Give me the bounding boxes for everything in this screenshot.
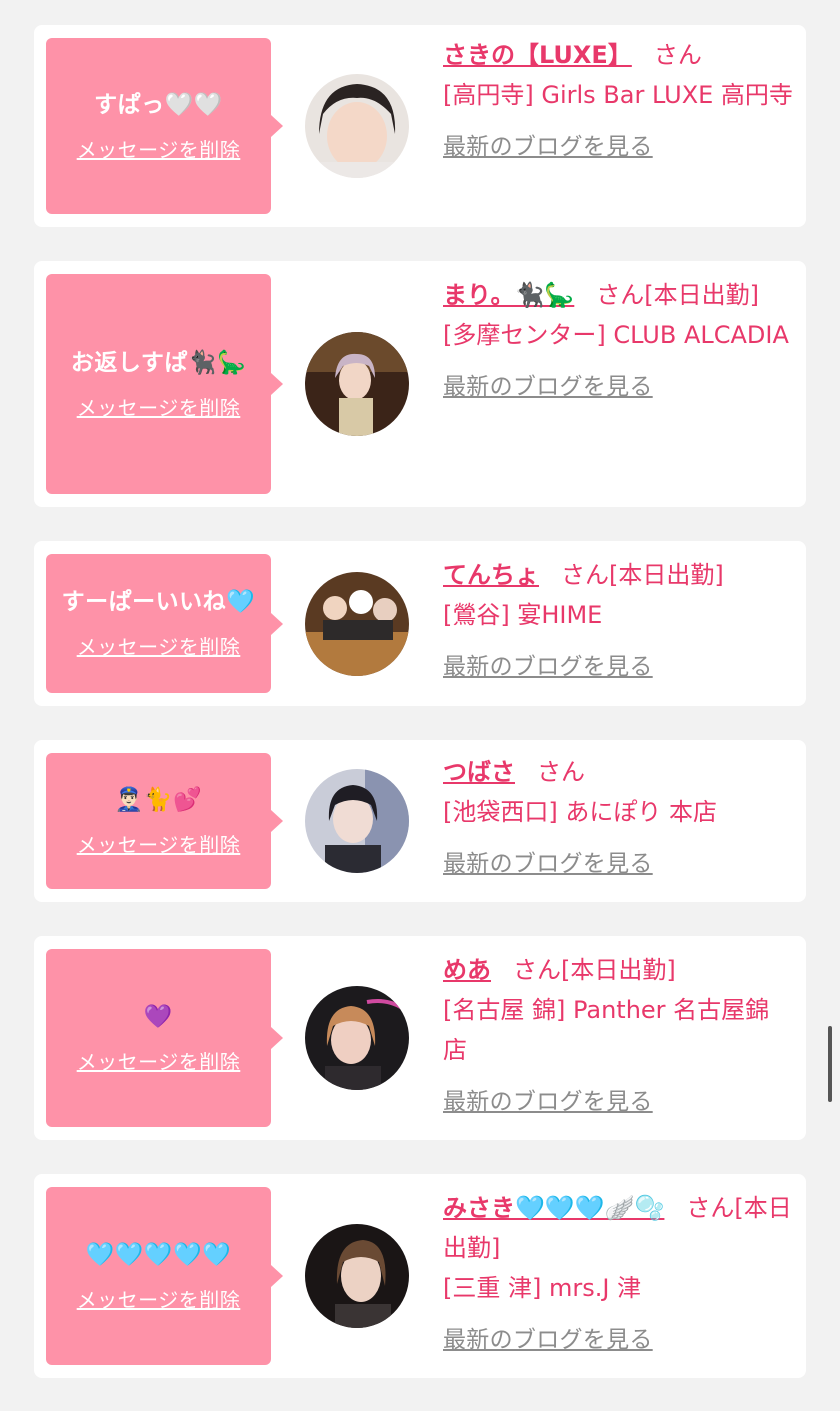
avatar[interactable] [305,769,409,873]
honorific: さん [686,1194,735,1222]
latest-blog-link[interactable]: 最新のブログを見る [443,844,653,884]
avatar-photo [305,572,409,676]
message-bubble: 🩵🩵🩵🩵🩵 メッセージを削除 [46,1187,283,1365]
cast-name-link[interactable]: つばさ [443,758,515,786]
shop-name: [名古屋 錦] Panther 名古屋錦店 [443,996,770,1064]
cast-info: つばさ さん [池袋西口] あにぽり 本店 最新のブログを見る [443,752,793,884]
shop-name: [多摩センター] CLUB ALCADIA [443,321,789,349]
honorific: さん [653,41,702,69]
cast-info: てんちょ さん[本日出勤] [鶯谷] 宴HIME 最新のブログを見る [443,555,793,687]
latest-blog-link[interactable]: 最新のブログを見る [443,647,653,687]
delete-message-link[interactable]: メッセージを削除 [77,829,241,858]
avatar[interactable] [305,332,409,436]
cast-name-link[interactable]: まり。🐈‍⬛🦕 [443,281,574,309]
message-card: 💜 メッセージを削除 めあ さん[本日出勤] [名古屋 錦] Panther 名古… [34,936,806,1140]
avatar-photo [305,986,409,1090]
latest-blog-link[interactable]: 最新のブログを見る [443,367,653,407]
shop-name: [三重 津] mrs.J 津 [443,1274,642,1302]
message-bubble: すーぱーいいね🩵 メッセージを削除 [46,554,283,693]
message-card: すぱっ🤍🤍 メッセージを削除 さきの【LUXE】 さん [高円寺] Girls B… [34,25,806,227]
avatar[interactable] [305,986,409,1090]
cast-name-link[interactable]: めあ [443,956,491,984]
message-text: すぱっ🤍🤍 [94,91,223,118]
avatar-photo [305,1224,409,1328]
message-list: すぱっ🤍🤍 メッセージを削除 さきの【LUXE】 さん [高円寺] Girls B… [0,0,840,1411]
vertical-scrollbar[interactable] [828,1026,832,1102]
delete-message-link[interactable]: メッセージを削除 [77,1284,241,1313]
shop-name: [鶯谷] 宴HIME [443,601,603,629]
delete-message-link[interactable]: メッセージを削除 [77,134,241,163]
avatar[interactable] [305,1224,409,1328]
delete-message-link[interactable]: メッセージを削除 [77,631,241,660]
latest-blog-link[interactable]: 最新のブログを見る [443,1320,653,1360]
cast-info: めあ さん[本日出勤] [名古屋 錦] Panther 名古屋錦店 最新のブログを… [443,950,793,1122]
honorific: さん [513,956,561,984]
status-badge: [本日出勤] [609,561,724,589]
avatar-photo [305,769,409,873]
cast-info: みさき🩵🩵🩵🪽🫧 さん[本日出勤] [三重 津] mrs.J 津 最新のブログを見… [443,1188,793,1360]
cast-info: まり。🐈‍⬛🦕 さん[本日出勤] [多摩センター] CLUB ALCADIA 最新… [443,275,793,407]
shop-name: [池袋西口] あにぽり 本店 [443,798,717,826]
message-card: 🩵🩵🩵🩵🩵 メッセージを削除 みさき🩵🩵🩵🪽🫧 さん[本日出勤] [三重 津] m… [34,1174,806,1378]
avatar-photo [305,74,409,178]
avatar-photo [305,332,409,436]
delete-message-link[interactable]: メッセージを削除 [77,1046,241,1075]
message-card: 👮🏻‍♂️🐈💕 メッセージを削除 つばさ さん [池袋西口] あにぽり 本店 最新… [34,740,806,902]
status-badge: [本日出勤] [561,956,676,984]
message-bubble: 💜 メッセージを削除 [46,949,283,1127]
cast-info: さきの【LUXE】 さん [高円寺] Girls Bar LUXE 高円寺 最新の… [443,35,793,167]
message-bubble: 👮🏻‍♂️🐈💕 メッセージを削除 [46,753,283,889]
status-badge: [本日出勤] [644,281,760,309]
message-card: お返しすぱ🐈‍⬛🦕 メッセージを削除 まり。🐈‍⬛🦕 さん[本日出勤] [多摩セン… [34,261,806,507]
honorific: さん [596,281,645,309]
message-text: お返しすぱ🐈‍⬛🦕 [70,349,247,376]
delete-message-link[interactable]: メッセージを削除 [77,392,241,421]
cast-name-link[interactable]: てんちょ [443,561,539,589]
message-bubble: すぱっ🤍🤍 メッセージを削除 [46,38,283,214]
honorific: さん [561,561,609,589]
shop-name: [高円寺] Girls Bar LUXE 高円寺 [443,81,793,109]
message-text: 🩵🩵🩵🩵🩵 [85,1241,232,1268]
message-text: 💜 [143,1003,174,1030]
message-card: すーぱーいいね🩵 メッセージを削除 てんちょ さん[本日出勤] [鶯谷] 宴HIM… [34,541,806,706]
message-text: すーぱーいいね🩵 [61,589,256,615]
cast-name-link[interactable]: さきの【LUXE】 [443,41,632,69]
avatar[interactable] [305,572,409,676]
latest-blog-link[interactable]: 最新のブログを見る [443,127,653,167]
honorific: さん [537,758,585,786]
message-bubble: お返しすぱ🐈‍⬛🦕 メッセージを削除 [46,274,283,494]
cast-name-link[interactable]: みさき🩵🩵🩵🪽🫧 [443,1194,664,1222]
latest-blog-link[interactable]: 最新のブログを見る [443,1082,653,1122]
message-text: 👮🏻‍♂️🐈💕 [114,786,203,813]
avatar[interactable] [305,74,409,178]
